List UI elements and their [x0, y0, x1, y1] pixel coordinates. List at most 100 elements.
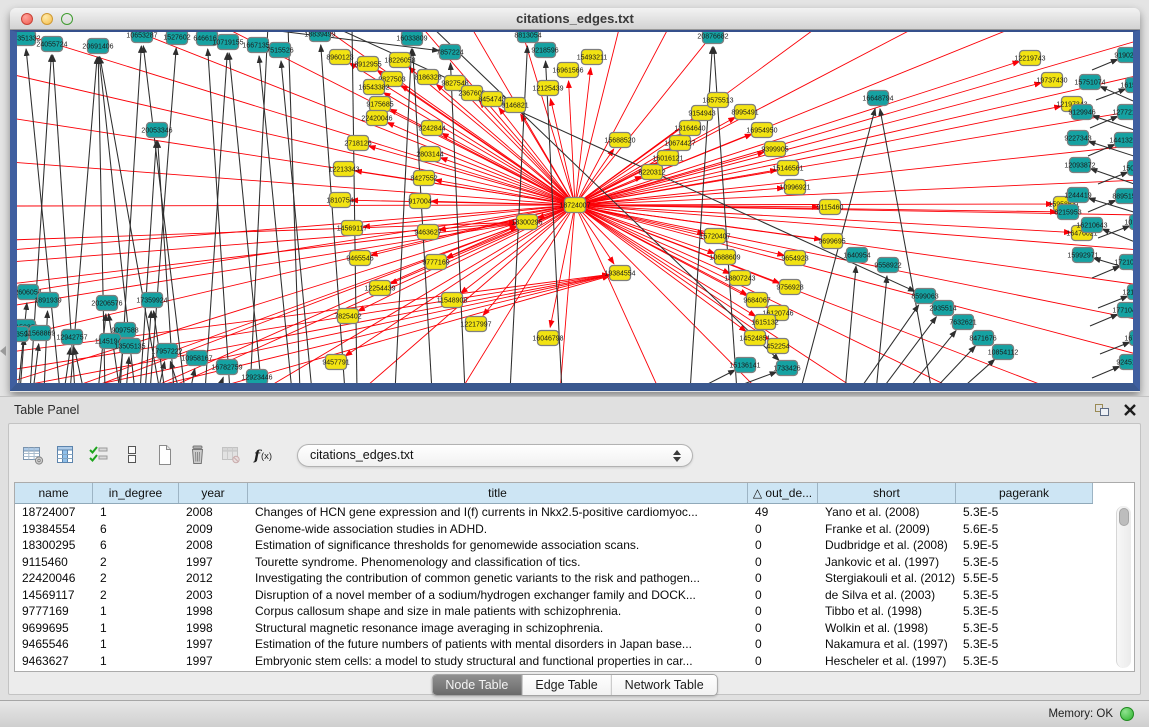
- graph-node[interactable]: 8813054: [514, 32, 541, 43]
- table-scrollbar[interactable]: [1116, 506, 1131, 668]
- graph-node[interactable]: 13164640: [674, 121, 705, 136]
- table-row[interactable]: 946554611997Estimation of the future num…: [15, 636, 1134, 653]
- graph-node[interactable]: 17359924: [136, 293, 167, 308]
- graph-node[interactable]: 20876682: [697, 32, 728, 44]
- graph-node[interactable]: 9175685: [366, 97, 393, 112]
- graph-node[interactable]: 8895155: [1112, 189, 1133, 204]
- graph-node[interactable]: 9465546: [346, 251, 373, 266]
- graph-node[interactable]: 9699695: [818, 234, 845, 249]
- close-panel-icon[interactable]: [1123, 403, 1137, 417]
- graph-node[interactable]: 9463627: [414, 225, 441, 240]
- graph-node[interactable]: 9146821: [501, 98, 528, 113]
- graph-node[interactable]: 1244419: [1064, 188, 1091, 203]
- graph-node[interactable]: 19384554: [604, 266, 635, 281]
- graph-node[interactable]: 15146561: [772, 161, 803, 176]
- graph-node[interactable]: 9242844: [418, 121, 445, 136]
- graph-node[interactable]: 12254439: [364, 281, 395, 296]
- graph-node[interactable]: 9399905: [761, 142, 788, 157]
- row-height-icon[interactable]: [118, 442, 146, 469]
- graph-node[interactable]: 10854112: [988, 345, 1019, 360]
- graph-node[interactable]: 917004: [408, 194, 431, 209]
- graph-node[interactable]: 9227343: [1064, 131, 1091, 146]
- graph-node[interactable]: 9654923: [781, 251, 808, 266]
- graph-node[interactable]: 12923446: [241, 370, 272, 384]
- graph-node[interactable]: 14569117: [337, 221, 368, 236]
- column-header[interactable]: name: [15, 483, 93, 503]
- graph-node[interactable]: 8220312: [638, 165, 665, 180]
- graph-node[interactable]: 12219743: [1014, 51, 1045, 66]
- graph-node[interactable]: 11568869: [25, 326, 56, 341]
- delete-table-icon[interactable]: [184, 442, 212, 469]
- table-settings-icon[interactable]: [19, 442, 47, 469]
- import-table-icon[interactable]: [217, 442, 245, 469]
- column-header[interactable]: in_degree: [93, 483, 179, 503]
- graph-node[interactable]: 1810754: [326, 193, 353, 208]
- graph-node[interactable]: 7515526: [266, 43, 293, 58]
- create-table-icon[interactable]: [151, 442, 179, 469]
- column-header[interactable]: △ out_de...: [748, 483, 818, 503]
- network-canvas[interactable]: 1872400718300295193845548960123891295518…: [17, 32, 1133, 383]
- graph-node[interactable]: 9218596: [531, 43, 558, 58]
- graph-node[interactable]: 19737430: [1036, 73, 1067, 88]
- graph-node[interactable]: 1891939: [34, 293, 61, 308]
- tab-node-table[interactable]: Node Table: [432, 675, 522, 695]
- graph-node[interactable]: 1733426: [773, 361, 800, 376]
- graph-node[interactable]: 16210643: [1076, 218, 1107, 233]
- graph-node[interactable]: 9115460: [817, 200, 844, 215]
- graph-node[interactable]: 15688520: [604, 133, 635, 148]
- graph-node[interactable]: 20206576: [91, 296, 122, 311]
- graph-node[interactable]: 8995491: [731, 105, 758, 120]
- table-row[interactable]: 946362711997Embryonic stem cells: a mode…: [15, 653, 1134, 670]
- select-rows-icon[interactable]: [85, 442, 113, 469]
- graph-node[interactable]: 15992971: [1067, 248, 1098, 263]
- graph-node[interactable]: 9457791: [322, 355, 349, 370]
- graph-node[interactable]: 452254: [766, 339, 789, 354]
- column-header[interactable]: year: [179, 483, 248, 503]
- collapsed-panel-arrow-icon[interactable]: [0, 346, 6, 356]
- table-select[interactable]: citations_edges.txt: [297, 444, 693, 467]
- show-columns-icon[interactable]: [52, 442, 80, 469]
- graph-node[interactable]: 16033809: [396, 32, 427, 46]
- graph-node[interactable]: 2803144: [416, 147, 443, 162]
- graph-node[interactable]: 8215953: [1054, 205, 1081, 220]
- graph-node[interactable]: 24055724: [36, 37, 67, 52]
- column-header[interactable]: pagerank: [956, 483, 1093, 503]
- graph-node[interactable]: 1615132: [751, 315, 778, 330]
- column-header[interactable]: title: [248, 483, 748, 503]
- graph-node[interactable]: 12125439: [532, 81, 563, 96]
- window-titlebar[interactable]: citations_edges.txt: [10, 8, 1140, 30]
- table-row[interactable]: 1456911722003Disruption of a novel membe…: [15, 587, 1134, 604]
- graph-node[interactable]: 7857224: [436, 45, 463, 60]
- column-header[interactable]: short: [818, 483, 956, 503]
- float-window-icon[interactable]: [1094, 403, 1110, 417]
- graph-node[interactable]: 20691406: [82, 39, 113, 54]
- table-row[interactable]: 2242004622012Investigating the contribut…: [15, 570, 1134, 587]
- graph-node[interactable]: 1527602: [163, 32, 190, 45]
- graph-node[interactable]: 10653287: [126, 32, 157, 43]
- table-row[interactable]: 1938455462009Genome-wide association stu…: [15, 521, 1134, 538]
- graph-node[interactable]: 11548908: [437, 293, 468, 308]
- graph-node[interactable]: 12093872: [1064, 158, 1095, 173]
- zoom-window-button[interactable]: [61, 13, 73, 25]
- minimize-window-button[interactable]: [41, 13, 53, 25]
- table-row[interactable]: 1872400712008Changes of HCN gene express…: [15, 504, 1134, 521]
- function-builder-icon[interactable]: f (x): [250, 442, 278, 469]
- graph-node[interactable]: 9684067: [743, 293, 770, 308]
- graph-node[interactable]: 7632621: [949, 315, 976, 330]
- graph-node[interactable]: 10719155: [212, 35, 243, 50]
- graph-node[interactable]: 8471676: [969, 331, 996, 346]
- table-row[interactable]: 911546021997Tourette syndrome. Phenomeno…: [15, 554, 1134, 571]
- table-row[interactable]: 977716911998Corpus callosum shape and si…: [15, 603, 1134, 620]
- table-row[interactable]: 1830029562008Estimation of significance …: [15, 537, 1134, 554]
- graph-node[interactable]: 20053346: [141, 123, 172, 138]
- table-row[interactable]: 969969511998Structural magnetic resonanc…: [15, 620, 1134, 637]
- graph-node[interactable]: 16782759: [211, 360, 242, 375]
- graph-node[interactable]: 15493211: [577, 50, 608, 65]
- graph-node[interactable]: 10996921: [779, 180, 810, 195]
- graph-node[interactable]: 15136141: [729, 358, 760, 373]
- graph-node[interactable]: 7825402: [334, 309, 361, 324]
- scrollbar-thumb[interactable]: [1119, 508, 1129, 526]
- graph-node[interactable]: 18575513: [702, 93, 733, 108]
- tab-network-table[interactable]: Network Table: [612, 675, 717, 695]
- graph-node[interactable]: 12217997: [460, 317, 491, 332]
